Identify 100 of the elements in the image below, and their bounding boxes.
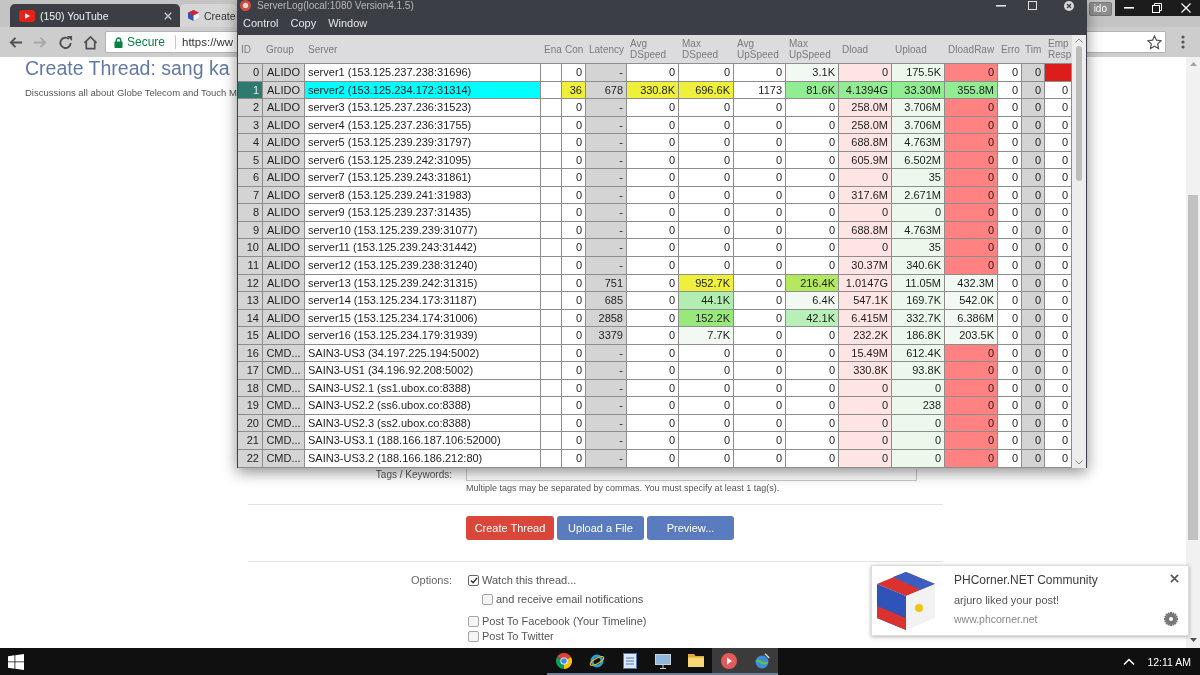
- browser-tab[interactable]: Create: [180, 4, 237, 27]
- table-cell: [541, 134, 562, 152]
- restore-icon[interactable]: [1152, 3, 1163, 13]
- table-cell: 0: [998, 169, 1022, 187]
- table-cell: ALIDO: [263, 327, 305, 345]
- table-cell: 0: [1045, 257, 1072, 275]
- table-cell: [541, 362, 562, 380]
- checkbox[interactable]: [468, 615, 479, 627]
- table-cell: 0: [679, 169, 734, 187]
- reload-icon[interactable]: [58, 34, 73, 50]
- scrollbar[interactable]: [1186, 57, 1200, 648]
- table-cell: 0: [679, 450, 734, 468]
- settings-icon[interactable]: [1164, 612, 1178, 626]
- checkbox-label: Post To Facebook (Your Timeline): [482, 614, 647, 628]
- table-cell: 0: [679, 99, 734, 117]
- table-cell: SAIN3-US3.2 (188.166.186.212:80): [305, 450, 541, 468]
- table-cell: 0: [627, 257, 679, 275]
- table-cell: -: [586, 204, 627, 222]
- table-cell: 0: [1022, 99, 1045, 117]
- table-cell: 0: [562, 99, 586, 117]
- cube-icon: [188, 10, 199, 21]
- table-cell: 0: [786, 257, 839, 275]
- folder-icon[interactable]: [687, 654, 704, 667]
- scrollbar[interactable]: [1072, 35, 1086, 468]
- table-cell: 3.1K: [786, 64, 839, 82]
- form-button[interactable]: Create Thread: [466, 516, 554, 540]
- table-cell: 0: [945, 362, 998, 380]
- table-cell: 0: [562, 432, 586, 451]
- minimize-icon[interactable]: [1124, 7, 1135, 9]
- table-cell: -: [586, 397, 627, 415]
- table-cell: 0: [945, 450, 998, 468]
- checkbox[interactable]: [468, 630, 479, 642]
- table-cell: ALIDO: [263, 292, 305, 310]
- circle-logo-icon: [240, 0, 251, 11]
- start-icon[interactable]: [8, 653, 24, 670]
- scrollbar-thumb[interactable]: [1076, 46, 1082, 181]
- play-circle-icon[interactable]: [720, 652, 737, 669]
- menu-item[interactable]: Copy: [290, 17, 317, 29]
- back-icon[interactable]: [8, 34, 23, 50]
- table-cell: 0: [627, 204, 679, 222]
- table-cell: server9 (153.125.239.237:31435): [305, 204, 541, 222]
- maximize-icon[interactable]: [1028, 1, 1037, 10]
- notification-message: arjuro liked your post!: [954, 594, 1060, 607]
- menu-icon[interactable]: [1181, 35, 1185, 49]
- table-cell: 7.7K: [679, 327, 734, 345]
- table-cell: 0: [786, 432, 839, 451]
- monitor-icon[interactable]: [654, 652, 671, 669]
- table-cell: 0: [1045, 134, 1072, 152]
- notepad-icon[interactable]: [622, 652, 637, 669]
- table-cell: 0: [945, 432, 998, 451]
- table-cell: 0: [734, 239, 786, 257]
- table-cell: -: [586, 134, 627, 152]
- table-cell: 0: [734, 134, 786, 152]
- minimize-icon[interactable]: [996, 4, 1006, 7]
- table-cell: 0: [627, 169, 679, 187]
- url-text: https://ww: [182, 36, 234, 48]
- menu-item[interactable]: Window: [328, 17, 368, 29]
- caret-down-icon[interactable]: [1075, 460, 1083, 465]
- checkbox[interactable]: [482, 593, 493, 605]
- form-button[interactable]: Preview...: [647, 516, 734, 540]
- table-cell: 0: [786, 327, 839, 345]
- form-button[interactable]: Upload a File: [557, 516, 644, 540]
- menu-item[interactable]: Control: [243, 17, 279, 29]
- globe-icon[interactable]: [753, 652, 770, 669]
- browser-tab[interactable]: (150) YouTube: [10, 4, 180, 27]
- table-cell: 0: [734, 257, 786, 275]
- table-cell: 0: [562, 257, 586, 275]
- chevron-up-icon[interactable]: [1123, 658, 1136, 665]
- column-header: ID: [238, 35, 263, 64]
- ring-logo-icon[interactable]: [588, 652, 605, 669]
- table-cell: 0: [679, 134, 734, 152]
- caret-up-icon[interactable]: [1075, 38, 1083, 43]
- table-cell: 0: [562, 134, 586, 152]
- close-icon[interactable]: [1170, 574, 1179, 583]
- close-icon[interactable]: [1064, 0, 1074, 11]
- home-icon[interactable]: [83, 34, 98, 50]
- table-cell: 30.37M: [839, 257, 892, 275]
- table-cell: 0: [627, 450, 679, 468]
- table-cell: 3379: [586, 327, 627, 345]
- caret-down-icon[interactable]: [1189, 638, 1197, 642]
- table-cell: [541, 450, 562, 468]
- table-cell: 0: [1022, 327, 1045, 345]
- scrollbar-thumb[interactable]: [1188, 195, 1198, 540]
- table-cell: -: [586, 257, 627, 275]
- table-cell: 0: [998, 362, 1022, 380]
- table-cell: 0: [679, 239, 734, 257]
- table-cell: 0: [734, 99, 786, 117]
- table-cell: 0: [1045, 362, 1072, 380]
- table-cell: 0: [562, 362, 586, 380]
- table-cell: 542.0K: [945, 292, 998, 310]
- table-cell: 0: [1045, 99, 1072, 117]
- tricolor-circle-icon[interactable]: [555, 652, 572, 669]
- table-cell: 0: [786, 134, 839, 152]
- checkbox[interactable]: [468, 574, 479, 586]
- table-cell: 0: [1045, 204, 1072, 222]
- address-bar[interactable]: Secure https://ww: [105, 31, 237, 53]
- column-header: Erro: [998, 35, 1022, 64]
- bookmark-button[interactable]: [1087, 31, 1166, 53]
- checkmark-icon: [469, 576, 478, 584]
- tags-input-field[interactable]: [466, 469, 917, 481]
